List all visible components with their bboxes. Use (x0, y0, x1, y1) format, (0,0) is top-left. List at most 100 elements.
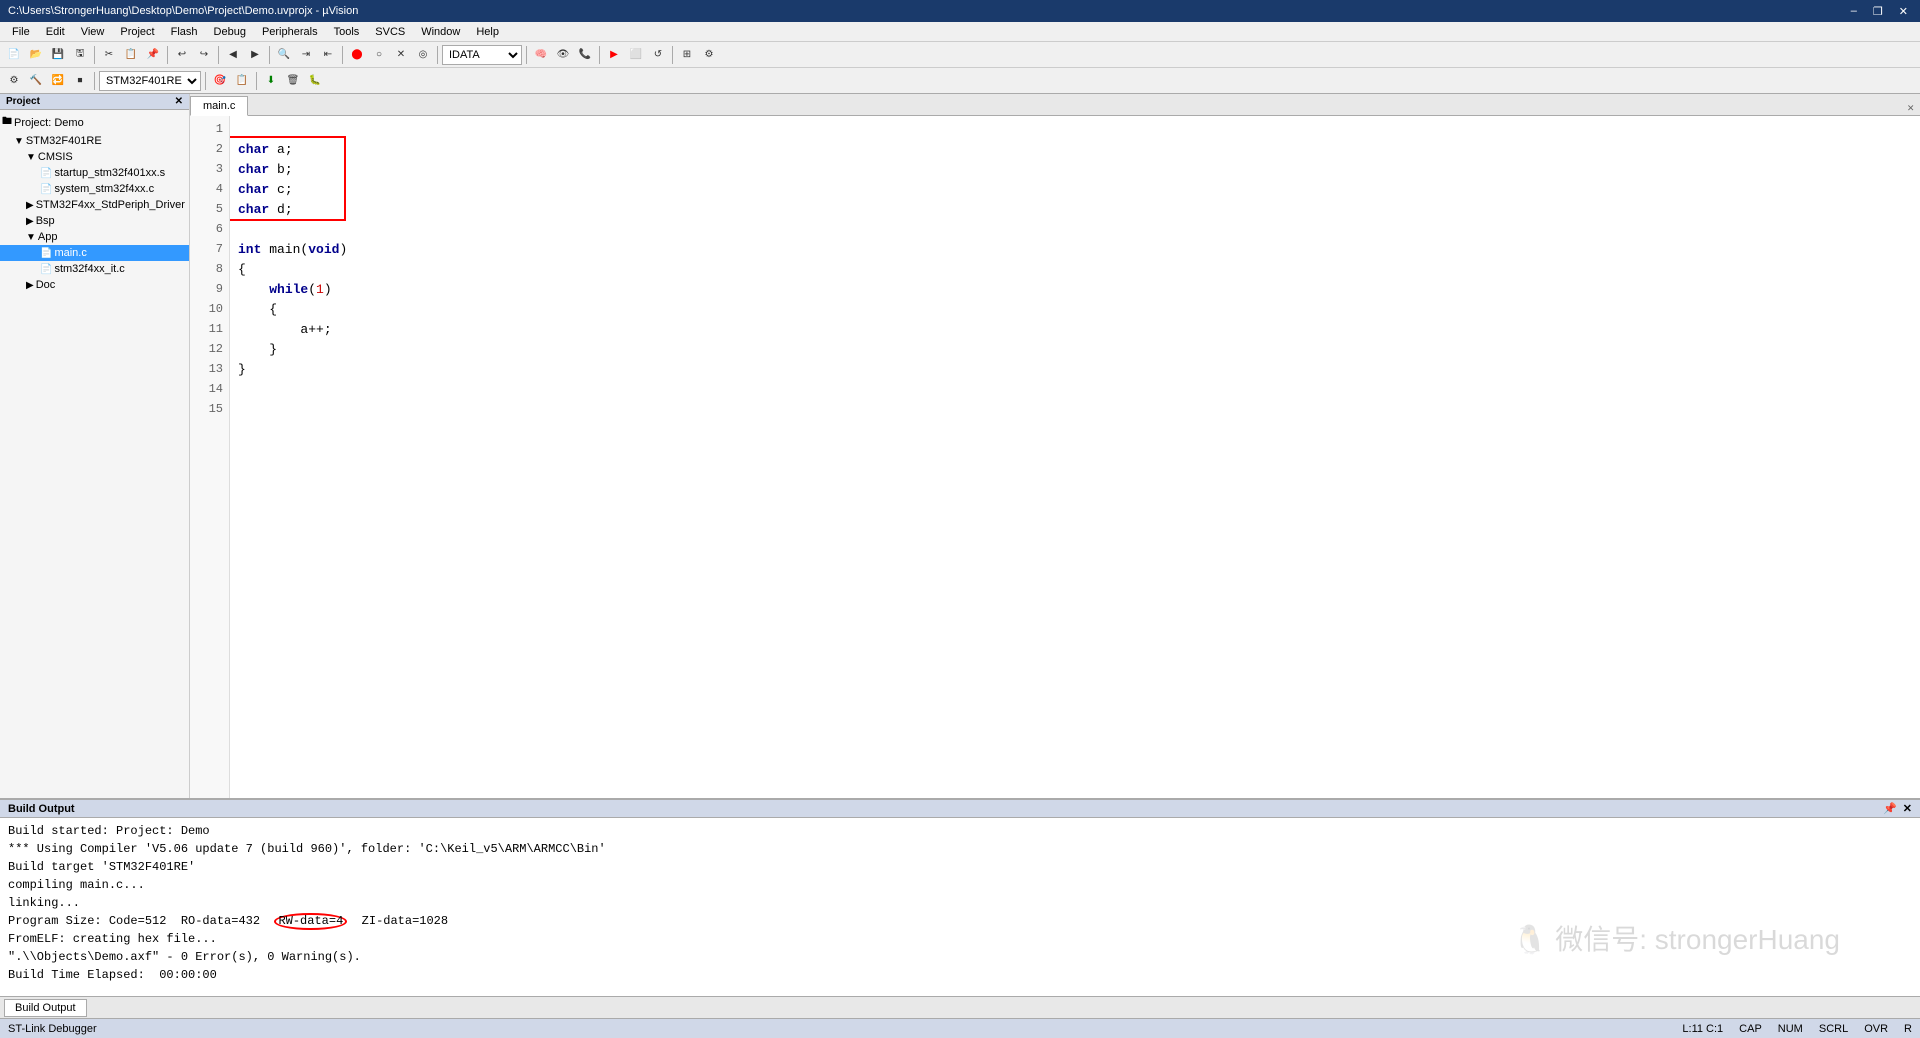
mainc-icon: 📄 (40, 248, 52, 259)
menu-flash[interactable]: Flash (163, 24, 206, 40)
dis-bkpt-btn[interactable]: ✕ (391, 45, 411, 65)
menu-project[interactable]: Project (112, 24, 162, 40)
title-bar: C:\Users\StrongerHuang\Desktop\Demo\Proj… (0, 0, 1920, 22)
stop-build-btn[interactable]: ⏹ (70, 71, 90, 91)
app-icon: ▼ (26, 232, 36, 243)
menu-help[interactable]: Help (468, 24, 507, 40)
restore-button[interactable]: ❐ (1869, 5, 1887, 18)
sep4 (269, 46, 270, 64)
project-panel-title: Project (6, 96, 40, 107)
dbg-stop-btn[interactable]: ⬜ (626, 45, 646, 65)
nav-back-btn[interactable]: ◀ (223, 45, 243, 65)
menu-view[interactable]: View (73, 24, 113, 40)
code-line-13: } (238, 360, 1912, 380)
undo-btn[interactable]: ↩ (172, 45, 192, 65)
paste-btn[interactable]: 📌 (143, 45, 163, 65)
tree-bsp[interactable]: ▶ Bsp (0, 213, 189, 229)
menu-tools[interactable]: Tools (326, 24, 368, 40)
editor-close-button[interactable]: ✕ (1901, 101, 1920, 115)
output-line-4: compiling main.c... (8, 876, 1912, 894)
target-select[interactable]: STM32F401RE (99, 71, 201, 91)
code-line-7: int main(void) (238, 240, 1912, 260)
close-button[interactable]: ✕ (1895, 5, 1912, 18)
ena-bkpt-btn[interactable]: ○ (369, 45, 389, 65)
code-content[interactable]: char a; char b; char c; char d; int main… (230, 116, 1920, 798)
rebuild-btn[interactable]: 🔁 (48, 71, 68, 91)
copy-btn[interactable]: 📋 (121, 45, 141, 65)
minimize-button[interactable]: – (1847, 5, 1861, 18)
idata-select[interactable]: IDATA (442, 45, 522, 65)
view-toggle-btn[interactable]: ⊞ (677, 45, 697, 65)
translate-btn[interactable]: ⚙ (4, 71, 24, 91)
tree-cmsis[interactable]: ▼ CMSIS (0, 149, 189, 165)
line-num-1: 1 (190, 120, 229, 140)
menu-edit[interactable]: Edit (38, 24, 73, 40)
erase-btn[interactable]: 🗑 (283, 71, 303, 91)
output-line-2: *** Using Compiler 'V5.06 update 7 (buil… (8, 840, 1912, 858)
save-btn[interactable]: 💾 (48, 45, 68, 65)
dbg-reset-btn[interactable]: ↺ (648, 45, 668, 65)
sep11 (205, 72, 206, 90)
stdperiph-icon: ▶ (26, 200, 34, 211)
build-btn[interactable]: 🔨 (26, 71, 46, 91)
tree-project-root[interactable]: 🖿 Project: Demo (0, 112, 189, 133)
tree-target[interactable]: ▼ STM32F401RE (0, 133, 189, 149)
new-file-btn[interactable]: 📄 (4, 45, 24, 65)
tree-system[interactable]: 📄 system_stm32f4xx.c (0, 181, 189, 197)
menu-bar: File Edit View Project Flash Debug Perip… (0, 22, 1920, 42)
sep7 (526, 46, 527, 64)
status-bar: ST-Link Debugger L:11 C:1 CAP NUM SCRL O… (0, 1018, 1920, 1038)
statusbar-num: NUM (1778, 1023, 1803, 1035)
tree-app[interactable]: ▼ App (0, 229, 189, 245)
tab-mainc[interactable]: main.c (190, 96, 248, 116)
tree-it[interactable]: 📄 stm32f4xx_it.c (0, 261, 189, 277)
tree-startup[interactable]: 📄 startup_stm32f401xx.s (0, 165, 189, 181)
code-editor[interactable]: 1 2 3 4 5 6 7 8 9 10 11 12 13 14 15 (190, 116, 1920, 798)
code-line-4: char c; (238, 180, 1912, 200)
line-num-14: 14 (190, 380, 229, 400)
mem-view-btn[interactable]: 🧠 (531, 45, 551, 65)
target-options-btn[interactable]: 🎯 (210, 71, 230, 91)
menu-svcs[interactable]: SVCS (367, 24, 413, 40)
watch-btn[interactable]: 👁 (553, 45, 573, 65)
menu-peripherals[interactable]: Peripherals (254, 24, 326, 40)
menu-debug[interactable]: Debug (206, 24, 254, 40)
outdent-btn[interactable]: ⇤ (318, 45, 338, 65)
call-btn[interactable]: 📞 (575, 45, 595, 65)
bottom-tab-build-output[interactable]: Build Output (4, 999, 87, 1017)
build-output-close[interactable]: ✕ (1903, 802, 1912, 815)
save-all-btn[interactable]: 🖫 (70, 45, 90, 65)
toolbar-2: ⚙ 🔨 🔁 ⏹ STM32F401RE 🎯 📋 ⬇ 🗑 🐛 (0, 68, 1920, 94)
menu-window[interactable]: Window (413, 24, 468, 40)
system-icon: 📄 (40, 184, 52, 195)
bkpt-btn[interactable]: ⬤ (347, 45, 367, 65)
code-line-12: } (238, 340, 1912, 360)
find-btn[interactable]: 🔍 (274, 45, 294, 65)
cut-btn[interactable]: ✂ (99, 45, 119, 65)
output-line-5: linking... (8, 894, 1912, 912)
start-debug-btn[interactable]: 🐛 (305, 71, 325, 91)
download-btn[interactable]: ⬇ (261, 71, 281, 91)
manage-btn[interactable]: 📋 (232, 71, 252, 91)
dbg-start-btn[interactable]: ▶ (604, 45, 624, 65)
line-num-13: 13 (190, 360, 229, 380)
project-panel-close[interactable]: ✕ (175, 96, 183, 107)
window-controls: – ❐ ✕ (1847, 5, 1912, 18)
redo-btn[interactable]: ↪ (194, 45, 214, 65)
indent-btn[interactable]: ⇥ (296, 45, 316, 65)
menu-file[interactable]: File (4, 24, 38, 40)
tree-doc[interactable]: ▶ Doc (0, 277, 189, 293)
clr-bkpt-btn[interactable]: ◎ (413, 45, 433, 65)
tree-stdperiph[interactable]: ▶ STM32F4xx_StdPeriph_Driver (0, 197, 189, 213)
line-num-5: 5 (190, 200, 229, 220)
statusbar-debugger: ST-Link Debugger (8, 1023, 97, 1035)
tree-mainc[interactable]: 📄 main.c (0, 245, 189, 261)
nav-fwd-btn[interactable]: ▶ (245, 45, 265, 65)
build-output-pin[interactable]: 📌 (1883, 802, 1897, 815)
statusbar-read: R (1904, 1023, 1912, 1035)
open-btn[interactable]: 📂 (26, 45, 46, 65)
mainc-label: main.c (54, 247, 86, 259)
line-num-8: 8 (190, 260, 229, 280)
settings-btn[interactable]: ⚙ (699, 45, 719, 65)
sep9 (672, 46, 673, 64)
